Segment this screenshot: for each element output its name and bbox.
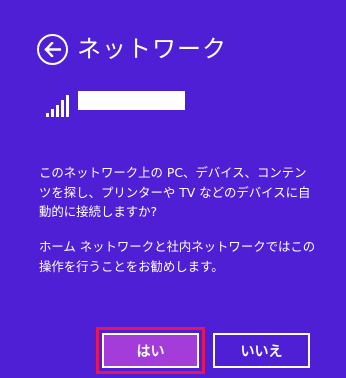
- network-name-redacted: [78, 91, 185, 110]
- back-arrow-icon[interactable]: [37, 33, 68, 65]
- page-title: ネットワーク: [77, 35, 227, 63]
- no-button[interactable]: いいえ: [213, 333, 310, 368]
- recommendation-text: ホーム ネットワークと社内ネットワークではこの 操作を行うことをお勧めします。: [39, 237, 339, 276]
- message-line: 操作を行うことをお勧めします。: [39, 258, 224, 274]
- header: ネットワーク: [37, 29, 227, 69]
- arrow-left-glyph: [44, 41, 61, 57]
- message-line: ホーム ネットワークと社内ネットワークではこの: [39, 239, 316, 254]
- yes-button[interactable]: はい: [102, 333, 199, 368]
- connect-question-text: このネットワーク上の PC、デバイス、コンテン ツを探し、プリンターや TV な…: [39, 163, 339, 222]
- wifi-signal-icon: [46, 95, 69, 117]
- message-line: ツを探し、プリンターや TV などのデバイスに自: [39, 184, 311, 200]
- message-line: 動的に接続しますか?: [39, 204, 158, 219]
- message-line: このネットワーク上の PC、デバイス、コンテン: [39, 165, 307, 180]
